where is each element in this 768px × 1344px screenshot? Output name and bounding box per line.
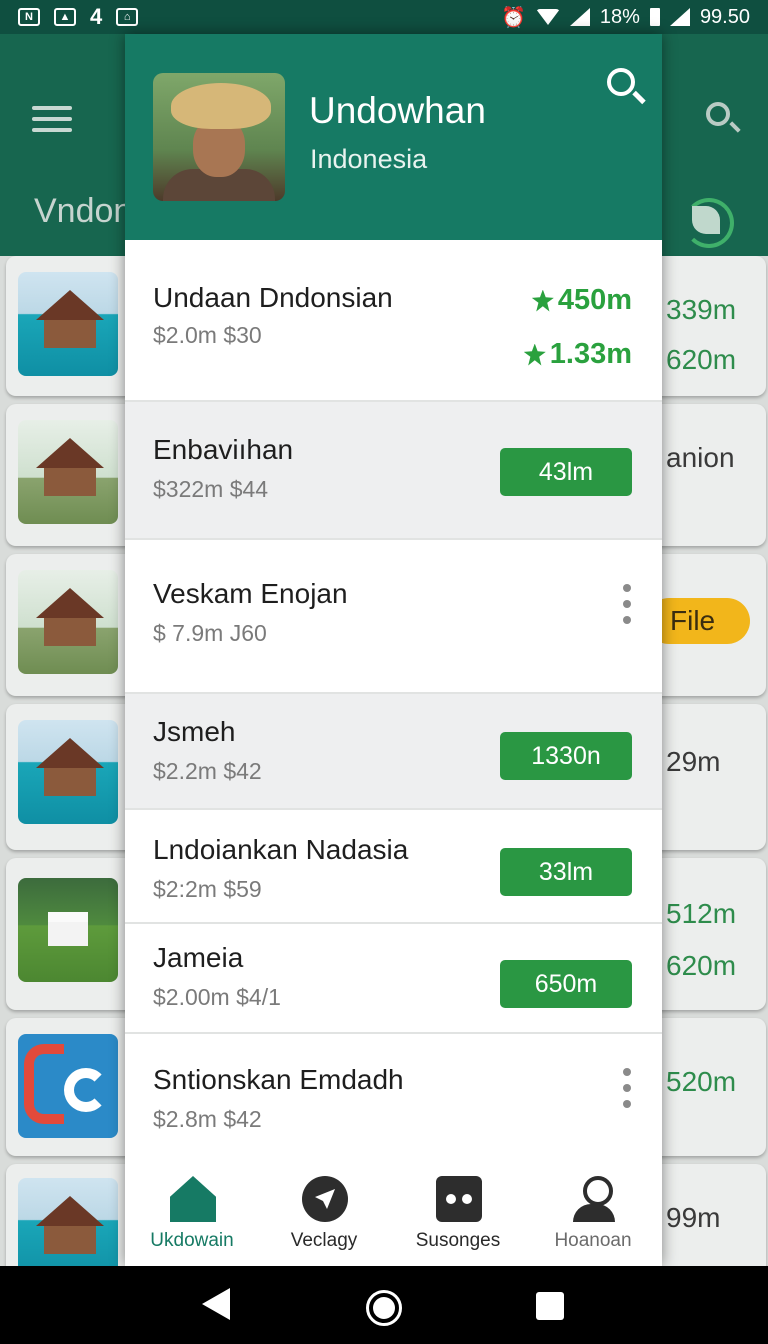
- thumbnail-image: [18, 420, 118, 524]
- background-value: 339m: [666, 294, 737, 325]
- list-item[interactable]: Enbaviıhan $322m $44 43lm: [125, 402, 662, 540]
- home-icon: [170, 1176, 216, 1222]
- star-icon: [523, 343, 546, 366]
- value-button[interactable]: 33lm: [500, 848, 632, 896]
- nav-label: Ukdowain: [150, 1230, 234, 1251]
- person-icon: [571, 1176, 617, 1222]
- item-subtitle: $ 7.9m J60: [153, 620, 267, 646]
- search-icon[interactable]: [706, 102, 730, 126]
- compass-icon: [302, 1176, 348, 1222]
- nav-label: Susonges: [415, 1230, 501, 1251]
- more-options-icon[interactable]: [623, 584, 633, 632]
- item-subtitle: $2.0m $30: [153, 322, 262, 348]
- background-value: 99m: [666, 1202, 721, 1233]
- item-title: Sntionskan Emdadh: [153, 1064, 404, 1095]
- back-icon[interactable]: [202, 1288, 230, 1320]
- recent-apps-icon[interactable]: [536, 1292, 564, 1320]
- background-value: 620m: [666, 950, 737, 981]
- app-logo-image: [18, 1034, 118, 1138]
- status-text-right: 99.50: [699, 5, 750, 28]
- navigation-drawer: Undowhan Indonesia Undaan Dndonsian $2.0…: [125, 34, 662, 1266]
- star-icon: [531, 289, 554, 312]
- thumbnail-image: [18, 570, 118, 674]
- app-notification-icon: ⌂: [116, 8, 139, 26]
- drawer-header: Undowhan Indonesia: [125, 34, 662, 240]
- value-button[interactable]: 650m: [500, 960, 632, 1008]
- image-icon: ▲: [54, 8, 76, 26]
- background-value: 520m: [666, 1066, 737, 1097]
- item-title: Undaan Dndonsian: [153, 282, 393, 313]
- background-value: 620m: [666, 344, 737, 375]
- item-value: 450m: [531, 284, 632, 317]
- item-title: Enbaviıhan: [153, 434, 294, 465]
- item-title: Jsmeh: [153, 716, 236, 747]
- thumbnail-image: [18, 272, 118, 376]
- item-title: Lndoiankan Nadasia: [153, 834, 409, 865]
- thumbnail-image: [18, 720, 118, 824]
- item-value: 1.33m: [523, 338, 632, 371]
- nav-label: Veclagy: [290, 1230, 358, 1251]
- item-subtitle: $2.8m $42: [153, 1106, 262, 1132]
- profile-location: Indonesia: [310, 144, 428, 174]
- list-item[interactable]: Undaan Dndonsian $2.0m $30 450m 1.33m: [125, 240, 662, 402]
- leaf-icon[interactable]: [684, 198, 734, 248]
- nav-item-profile[interactable]: Hoanoan: [526, 1160, 660, 1266]
- songs-icon: [436, 1176, 482, 1222]
- item-title: Veskam Enojan: [153, 578, 348, 609]
- bottom-navigation: Ukdowain Veclagy Susonges Hoanoan: [125, 1160, 662, 1266]
- list-item[interactable]: Veskam Enojan $ 7.9m J60: [125, 540, 662, 694]
- background-title: Vndon: [34, 192, 133, 230]
- item-title: Jameia: [153, 942, 244, 973]
- background-value: 29m: [666, 746, 721, 777]
- signal-icon-2: [669, 8, 690, 26]
- signal-icon: [569, 8, 590, 26]
- menu-icon[interactable]: [32, 106, 72, 139]
- item-subtitle: $2:2m $59: [153, 876, 262, 902]
- wifi-icon: [535, 9, 560, 25]
- nav-label: Hoanoan: [554, 1230, 632, 1251]
- value-button[interactable]: 43lm: [500, 448, 632, 496]
- alarm-icon: ⏰: [501, 6, 526, 29]
- status-text-left: 4: [90, 4, 103, 29]
- home-button-icon[interactable]: [366, 1290, 402, 1326]
- search-icon[interactable]: [607, 68, 635, 96]
- item-subtitle: $2.00m $4/1: [153, 984, 281, 1010]
- background-value: 512m: [666, 898, 737, 929]
- battery-icon: [649, 8, 660, 26]
- item-subtitle: $322m $44: [153, 476, 269, 502]
- nav-item-songs[interactable]: Susonges: [391, 1160, 525, 1266]
- background-value: anion: [666, 442, 735, 473]
- value-button[interactable]: 1330n: [500, 732, 632, 780]
- nav-item-explore[interactable]: Veclagy: [257, 1160, 391, 1266]
- profile-name: Undowhan: [309, 90, 486, 131]
- list-item[interactable]: Jsmeh $2.2m $42 1330n: [125, 694, 662, 810]
- nav-item-home[interactable]: Ukdowain: [125, 1160, 259, 1266]
- battery-percent: 18%: [599, 5, 640, 28]
- thumbnail-image: [18, 878, 118, 982]
- list-item[interactable]: Sntionskan Emdadh $2.8m $42: [125, 1034, 662, 1160]
- list-item[interactable]: Jameia $2.00m $4/1 650m: [125, 924, 662, 1034]
- status-bar: N ▲ 4 ⌂ ⏰ 18% 99.50: [0, 0, 768, 34]
- notification-icon: N: [18, 8, 40, 26]
- system-navigation-bar: [0, 1266, 768, 1344]
- list-item[interactable]: Lndoiankan Nadasia $2:2m $59 33lm: [125, 810, 662, 924]
- avatar[interactable]: [153, 73, 285, 201]
- item-subtitle: $2.2m $42: [153, 758, 262, 784]
- more-options-icon[interactable]: [623, 1068, 633, 1116]
